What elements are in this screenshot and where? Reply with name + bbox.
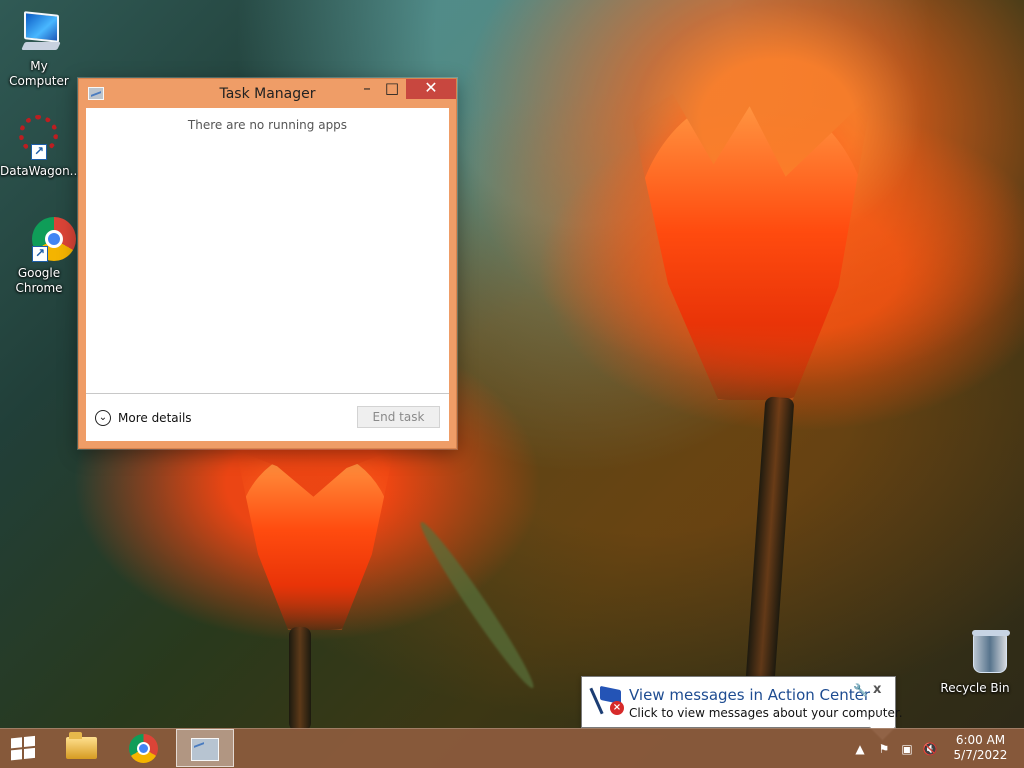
large-tulip-stem (744, 396, 795, 698)
maximize-button[interactable]: □ (381, 79, 403, 99)
clock-date: 5/7/2022 (953, 748, 1008, 762)
notification-close-button[interactable]: x (873, 682, 881, 697)
minimize-button[interactable]: – (356, 79, 378, 99)
desktop-icon-google-chrome[interactable]: ↗ Google Chrome (1, 217, 77, 296)
more-details-button[interactable]: ⌄ More details (95, 408, 192, 428)
desktop-icon-my-computer[interactable]: My Computer (1, 10, 77, 89)
desktop-icon-label: DataWagon... (0, 164, 82, 178)
chrome-icon (129, 734, 158, 763)
shortcut-arrow-icon: ↗ (31, 144, 47, 160)
chevron-down-icon: ⌄ (95, 410, 111, 426)
taskbar-file-explorer-button[interactable] (58, 728, 102, 768)
grass-blade (413, 517, 541, 693)
network-disconnected-icon[interactable]: ▣ (899, 741, 915, 757)
wrench-icon[interactable]: 🔧 (853, 683, 868, 697)
trash-bin-icon (972, 630, 1010, 673)
folder-icon (66, 732, 97, 759)
google-chrome-icon: ↗ (16, 217, 76, 263)
volume-muted-icon[interactable]: 🔇 (922, 741, 938, 757)
action-center-flag-error-icon[interactable]: ⚑ (876, 741, 892, 757)
up-arrow-icon[interactable]: ▲ (852, 741, 868, 757)
small-tulip-wallpaper-element (236, 450, 394, 630)
small-tulip-stem (289, 627, 311, 731)
taskbar-google-chrome-button[interactable] (122, 728, 166, 768)
action-center-flag-error-icon: × (589, 685, 624, 715)
task-manager-content: There are no running apps ⌄ More details… (86, 108, 449, 441)
desktop-icon-recycle-bin[interactable]: Recycle Bin (937, 630, 1013, 696)
computer-icon (16, 10, 62, 56)
task-manager-titlebar[interactable]: Task Manager – □ ✕ (79, 79, 456, 108)
end-task-button[interactable]: End task (357, 406, 440, 428)
windows-logo-icon (11, 735, 37, 763)
computer-base-icon (21, 42, 61, 50)
desktop-icon-label: Google Chrome (15, 266, 63, 295)
close-button[interactable]: ✕ (406, 79, 456, 99)
error-icon: × (610, 701, 624, 715)
notification-title[interactable]: View messages in Action Center (629, 686, 870, 704)
clock-time: 6:00 AM (955, 733, 1006, 747)
more-details-label: More details (118, 411, 192, 425)
start-button[interactable] (0, 728, 48, 768)
action-center-notification[interactable]: × View messages in Action Center Click t… (581, 676, 903, 728)
task-manager-icon (191, 738, 219, 761)
desktop-icon-datawagon[interactable]: ↗ DataWagon... (0, 115, 82, 179)
footer-divider (86, 393, 449, 394)
taskbar-clock[interactable]: 6:00 AM 5/7/2022 (951, 733, 1010, 763)
large-tulip-wallpaper-element (632, 94, 872, 400)
datawagon-icon: ↗ (15, 115, 61, 161)
notification-message[interactable]: Click to view messages about your comput… (629, 706, 903, 721)
empty-running-apps-message: There are no running apps (187, 118, 348, 132)
taskbar-task-manager-button[interactable] (176, 729, 234, 767)
recycle-bin-icon (952, 630, 1010, 678)
computer-monitor-icon (24, 11, 59, 43)
desktop-icon-label: My Computer (9, 59, 69, 88)
shortcut-arrow-icon: ↗ (32, 246, 48, 262)
task-manager-window[interactable]: Task Manager – □ ✕ There are no running … (78, 78, 457, 449)
desktop-icon-label: Recycle Bin (940, 681, 1010, 695)
taskbar: ▲ ⚑ ▣ 🔇 6:00 AM 5/7/2022 (0, 728, 1024, 768)
